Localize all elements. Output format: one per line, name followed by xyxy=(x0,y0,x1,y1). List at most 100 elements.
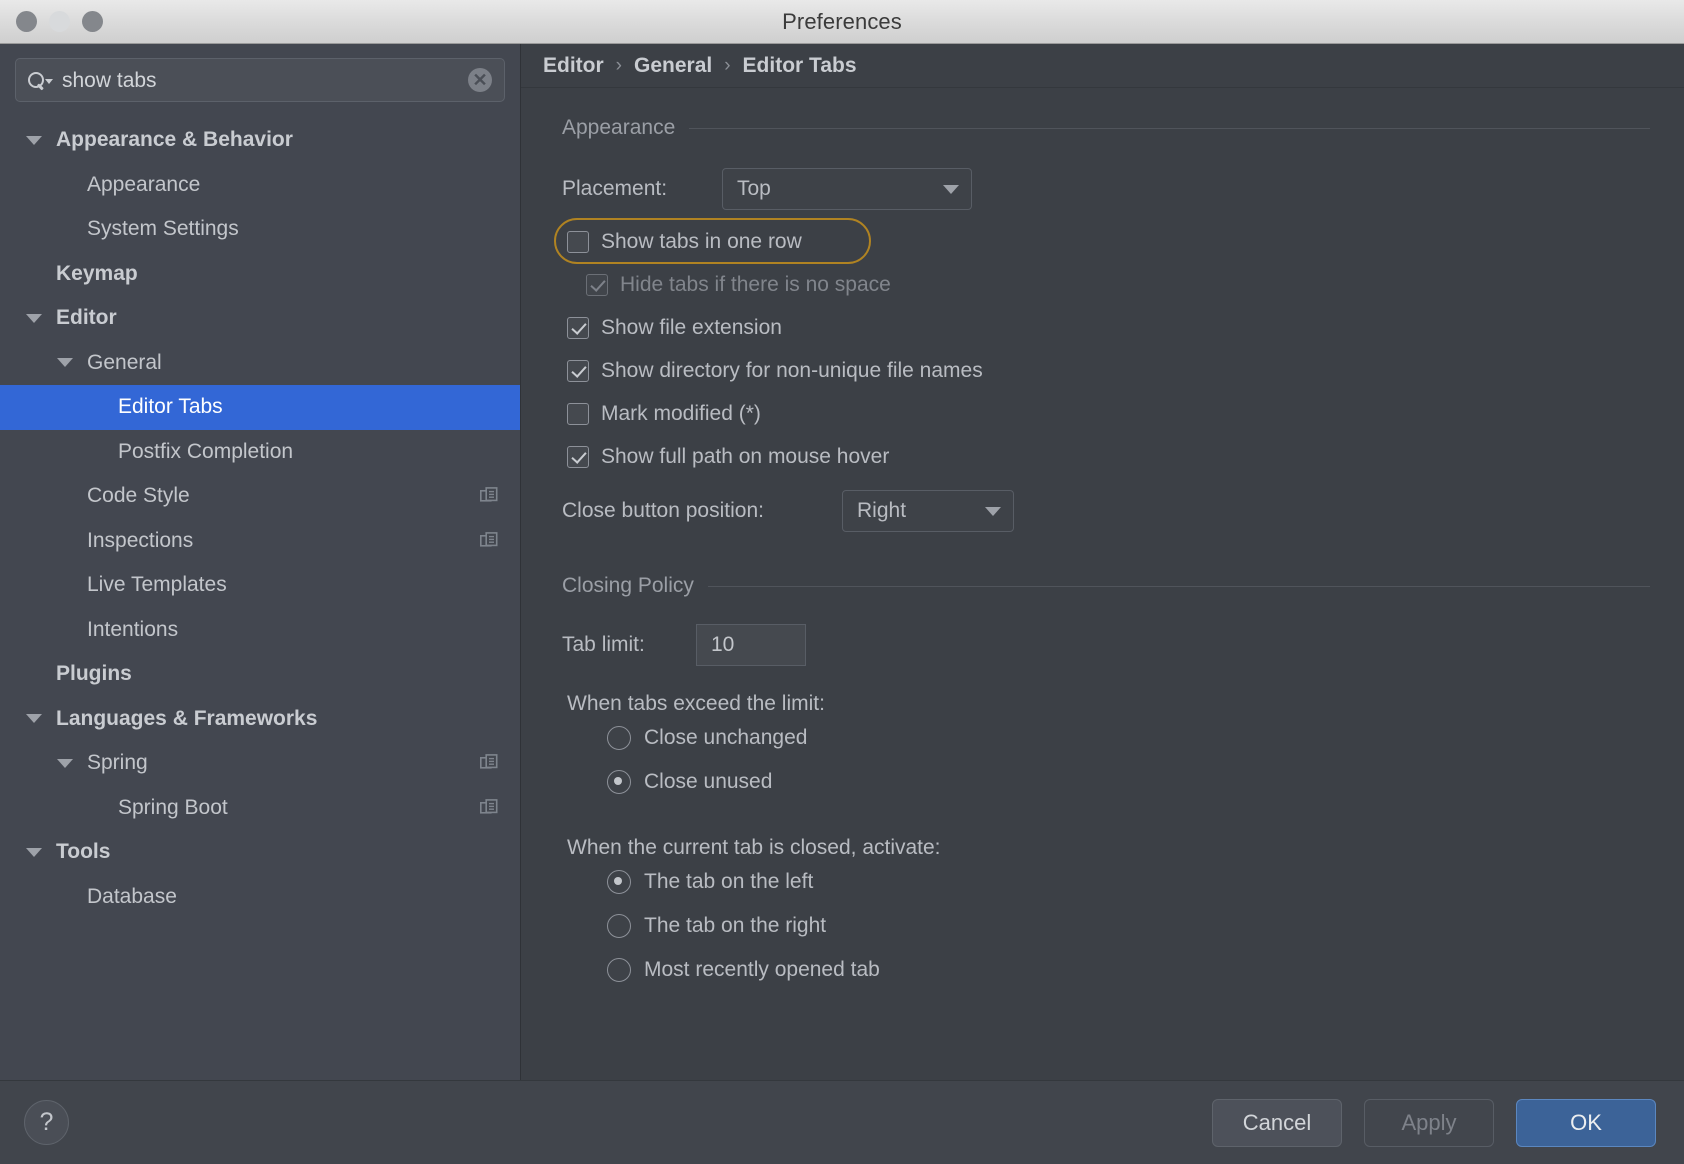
radio-input[interactable] xyxy=(607,958,631,982)
checkbox-input[interactable] xyxy=(567,359,589,382)
sidebar-item-label: Code Style xyxy=(87,484,190,508)
radio-close-unchanged[interactable]: Close unchanged xyxy=(521,716,1684,760)
cancel-button[interactable]: Cancel xyxy=(1212,1098,1342,1147)
placement-value: Top xyxy=(737,177,771,200)
project-scope-icon xyxy=(480,798,498,817)
breadcrumb-item[interactable]: Editor xyxy=(543,54,604,78)
checkbox-mark-modified[interactable]: Mark modified (*) xyxy=(521,392,1684,435)
breadcrumb-separator: › xyxy=(615,54,622,76)
chevron-down-icon[interactable] xyxy=(26,714,42,724)
checkbox-show-tabs-in-one-row[interactable]: Show tabs in one row xyxy=(521,218,1684,264)
sidebar-item-label: Spring Boot xyxy=(118,795,228,819)
close-button-position-select[interactable]: Right xyxy=(842,490,1014,532)
checkbox-label: Show directory for non-unique file names xyxy=(601,358,983,382)
window-title: Preferences xyxy=(782,8,902,34)
radio-most-recently-opened-tab[interactable]: Most recently opened tab xyxy=(521,948,1684,992)
checkbox-show-full-path-on-mouse-hover[interactable]: Show full path on mouse hover xyxy=(521,435,1684,478)
sidebar-item-tools[interactable]: Tools xyxy=(0,830,520,875)
checkbox-show-directory-for-non-unique-file-names[interactable]: Show directory for non-unique file names xyxy=(521,349,1684,392)
tab-limit-label: Tab limit: xyxy=(562,633,645,656)
search-box[interactable]: show tabs ✕ xyxy=(15,58,505,102)
sidebar-item-editor-tabs[interactable]: Editor Tabs xyxy=(0,385,520,430)
help-icon[interactable]: ? xyxy=(24,1100,69,1145)
radio-input[interactable] xyxy=(607,726,631,750)
settings-tree[interactable]: Appearance & Behavior Appearance System Se… xyxy=(0,112,520,1080)
chevron-down-icon[interactable] xyxy=(26,313,42,323)
chevron-down-icon xyxy=(943,184,959,194)
clear-search-icon[interactable]: ✕ xyxy=(468,68,492,92)
radio-input[interactable] xyxy=(607,870,631,894)
sidebar-item-label: System Settings xyxy=(87,217,239,241)
preferences-window: Preferences show tabs ✕ Appearance & Beh… xyxy=(0,0,1684,1164)
sidebar-item-label: Keymap xyxy=(56,261,138,285)
sidebar-item-system-settings[interactable]: System Settings xyxy=(0,207,520,252)
apply-button[interactable]: Apply xyxy=(1364,1098,1494,1147)
checkbox-hide-tabs-if-there-is-no-space[interactable]: Hide tabs if there is no space xyxy=(521,263,1684,306)
project-scope-icon xyxy=(480,487,498,505)
chevron-down-icon[interactable] xyxy=(57,358,73,368)
sidebar-item-languages-frameworks[interactable]: Languages & Frameworks xyxy=(0,697,520,742)
radio-input[interactable] xyxy=(607,914,631,938)
appearance-group-title: Appearance xyxy=(562,116,676,139)
close-button-position-row: Close button position: Right xyxy=(521,490,1684,532)
checkbox-input[interactable] xyxy=(567,316,589,339)
search-icon-group[interactable] xyxy=(28,72,53,88)
chevron-down-icon[interactable] xyxy=(26,135,42,145)
closing-policy-group-divider xyxy=(707,585,1650,587)
placement-row: Placement: Top xyxy=(521,168,1684,210)
chevron-down-icon xyxy=(985,506,1001,516)
exceed-limit-label: When tabs exceed the limit: xyxy=(567,692,825,715)
chevron-down-icon[interactable] xyxy=(57,758,73,768)
sidebar-item-plugins[interactable]: Plugins xyxy=(0,652,520,697)
settings-content: Editor › General › Editor Tabs Appearance Pl… xyxy=(521,44,1684,1080)
sidebar-item-appearance-behavior[interactable]: Appearance & Behavior xyxy=(0,118,520,163)
radio-label: Close unchanged xyxy=(644,726,808,749)
sidebar-item-spring[interactable]: Spring xyxy=(0,741,520,786)
search-icon xyxy=(28,72,44,88)
radio-input[interactable] xyxy=(607,770,631,794)
radio-close-unused[interactable]: Close unused xyxy=(521,760,1684,804)
checkbox-input[interactable] xyxy=(567,230,589,253)
sidebar-item-keymap[interactable]: Keymap xyxy=(0,252,520,297)
placement-label: Placement: xyxy=(562,177,668,200)
sidebar-item-spring-boot[interactable]: Spring Boot xyxy=(0,786,520,831)
breadcrumb-item[interactable]: Editor Tabs xyxy=(743,54,857,78)
settings-panel: Appearance Placement: Top Show tabs in o… xyxy=(521,88,1684,1080)
window-titlebar: Preferences xyxy=(0,0,1684,44)
chevron-down-icon[interactable] xyxy=(26,847,42,857)
search-input[interactable]: show tabs xyxy=(62,70,468,91)
checkbox-label: Show tabs in one row xyxy=(601,229,802,253)
sidebar-item-postfix-completion[interactable]: Postfix Completion xyxy=(0,430,520,475)
dialog-footer: ? Cancel Apply OK xyxy=(0,1080,1684,1164)
sidebar-item-database[interactable]: Database xyxy=(0,875,520,920)
radio-the-tab-on-the-right[interactable]: The tab on the right xyxy=(521,904,1684,948)
sidebar-item-label: Live Templates xyxy=(87,573,227,597)
sidebar-item-label: Editor xyxy=(56,306,117,330)
tab-limit-input[interactable]: 10 xyxy=(696,624,806,666)
sidebar-item-general[interactable]: General xyxy=(0,341,520,386)
closing-policy-group-header: Closing Policy xyxy=(521,574,1684,598)
checkbox-input[interactable] xyxy=(567,445,589,468)
sidebar-item-label: Appearance xyxy=(87,172,201,196)
checkbox-input[interactable] xyxy=(567,402,589,425)
project-scope-icon xyxy=(480,531,498,550)
sidebar-item-label: General xyxy=(87,350,162,374)
sidebar-item-editor[interactable]: Editor xyxy=(0,296,520,341)
chevron-down-icon[interactable] xyxy=(45,78,53,84)
sidebar-item-appearance[interactable]: Appearance xyxy=(0,163,520,208)
placement-select[interactable]: Top xyxy=(722,168,972,210)
breadcrumb-separator: › xyxy=(724,54,731,76)
sidebar-item-label: Spring xyxy=(87,751,148,775)
breadcrumb-item[interactable]: General xyxy=(634,54,712,78)
sidebar-item-inspections[interactable]: Inspections xyxy=(0,519,520,564)
sidebar-item-label: Database xyxy=(87,884,177,908)
ok-button[interactable]: OK xyxy=(1516,1098,1656,1147)
sidebar-item-live-templates[interactable]: Live Templates xyxy=(0,563,520,608)
checkbox-show-file-extension[interactable]: Show file extension xyxy=(521,306,1684,349)
radio-the-tab-on-the-left[interactable]: The tab on the left xyxy=(521,860,1684,904)
radio-label: Close unused xyxy=(644,770,773,793)
appearance-group-divider xyxy=(689,127,1650,129)
sidebar-item-code-style[interactable]: Code Style xyxy=(0,474,520,519)
sidebar-item-intentions[interactable]: Intentions xyxy=(0,608,520,653)
checkbox-label: Show file extension xyxy=(601,315,782,339)
